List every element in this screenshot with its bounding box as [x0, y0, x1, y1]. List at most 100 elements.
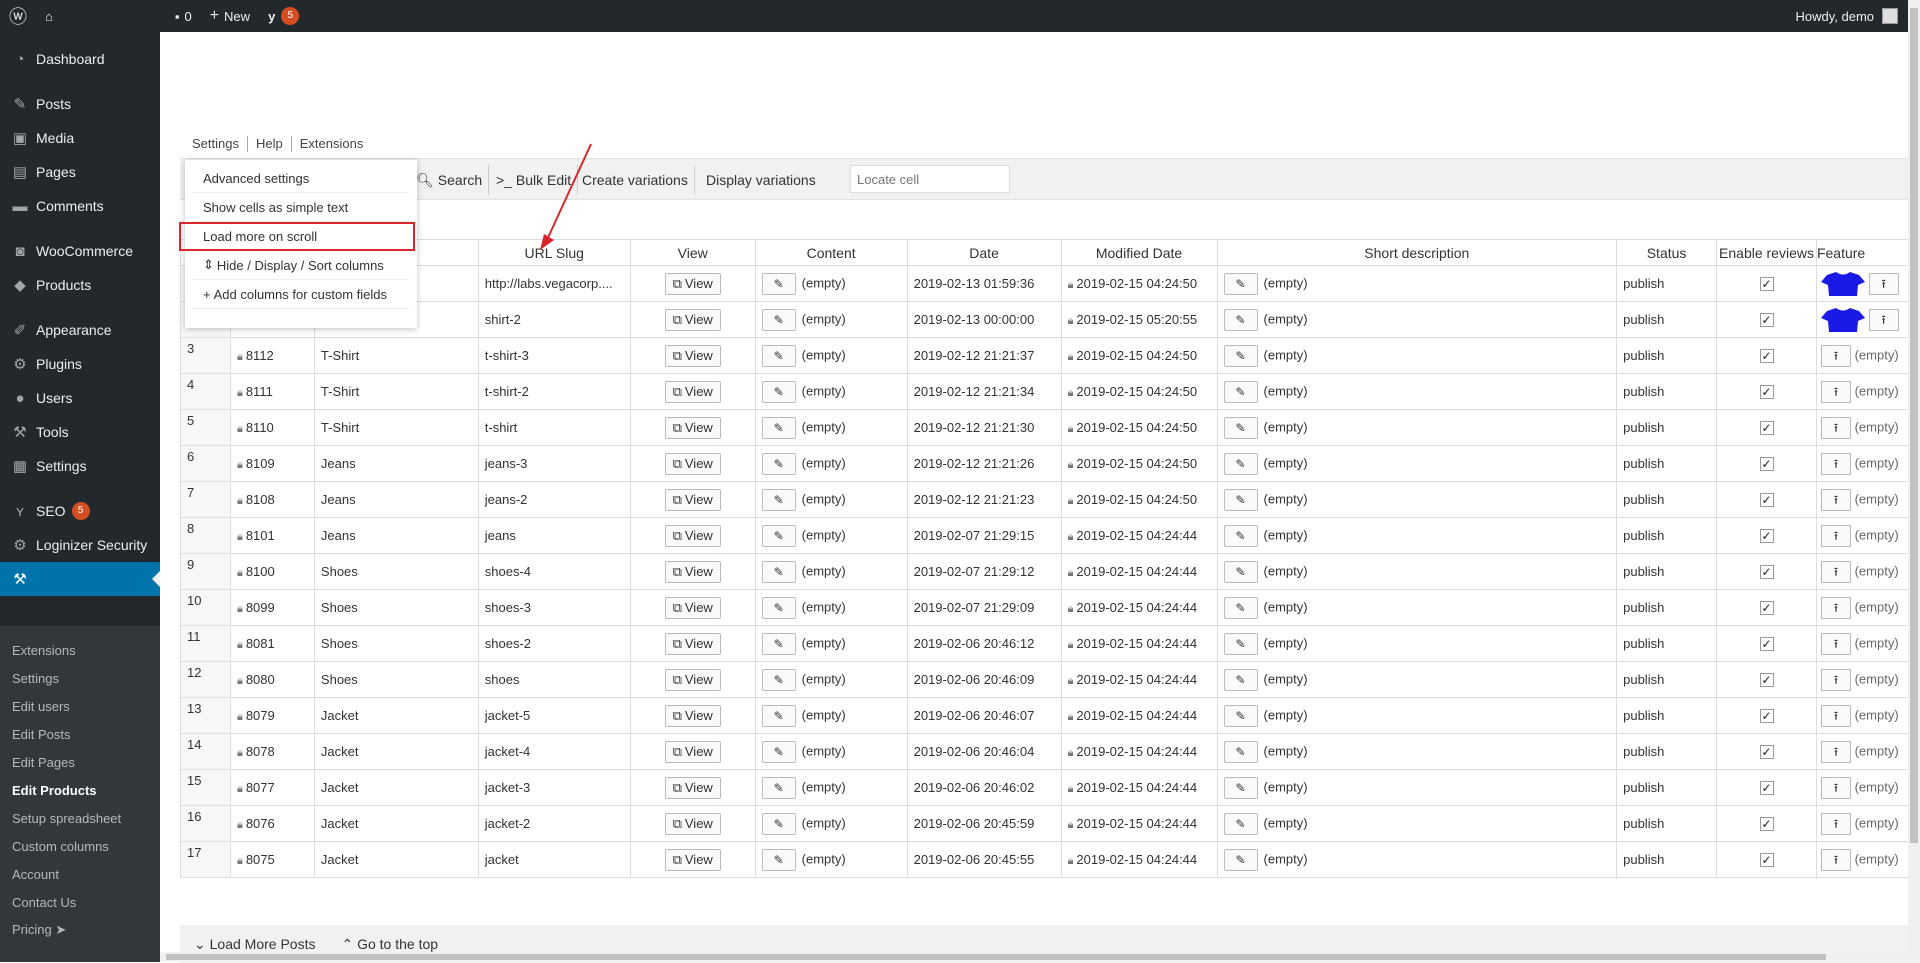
sidebar-item-spreadsheet-plugin[interactable]: ⚒	[0, 562, 160, 596]
status-cell[interactable]: publish	[1616, 553, 1718, 590]
view-button[interactable]: ⧉ View	[664, 596, 721, 619]
view-button[interactable]: ⧉ View	[664, 812, 721, 835]
short-description-cell[interactable]: ✎ (empty)	[1216, 841, 1618, 878]
upload-icon[interactable]: ⭱	[1820, 776, 1851, 799]
tshirt-thumbnail[interactable]	[1820, 307, 1865, 333]
slug-cell[interactable]: jacket-5	[477, 697, 631, 734]
id-cell[interactable]: 🔒︎ 8111	[229, 373, 315, 410]
edit-icon[interactable]: ✎	[761, 560, 796, 583]
id-cell[interactable]: 🔒︎ 8101	[229, 517, 315, 554]
status-cell[interactable]: publish	[1616, 481, 1718, 518]
reviews-checkbox[interactable]: ✓	[1759, 781, 1774, 795]
title-cell[interactable]: T-Shirt	[313, 373, 479, 410]
sidebar-item-posts[interactable]: ✎ Posts	[0, 87, 160, 121]
view-button[interactable]: ⧉ View	[664, 272, 721, 295]
date-cell[interactable]: 2019-02-06 20:46:04	[906, 733, 1062, 770]
edit-icon[interactable]: ✎	[1223, 596, 1258, 619]
horizontal-scrollbar[interactable]	[160, 952, 1920, 962]
short-description-cell[interactable]: ✎ (empty)	[1216, 589, 1618, 626]
status-cell[interactable]: publish	[1616, 445, 1718, 482]
new-button[interactable]: + New	[201, 0, 259, 32]
content-cell[interactable]: ✎ (empty)	[754, 733, 908, 770]
slug-cell[interactable]: shoes-2	[477, 625, 631, 662]
id-cell[interactable]: 🔒︎ 8110	[229, 409, 315, 446]
column-header[interactable]: Enable reviews	[1716, 239, 1817, 266]
slug-cell[interactable]: t-shirt	[477, 409, 631, 446]
sidebar-item-comments[interactable]: ▬ Comments	[0, 189, 160, 223]
short-description-cell[interactable]: ✎ (empty)	[1216, 337, 1618, 374]
sidebar-item-woocommerce[interactable]: ◙ WooCommerce	[0, 234, 160, 268]
edit-icon[interactable]: ✎	[761, 308, 796, 331]
upload-icon[interactable]: ⭱	[1820, 632, 1851, 655]
short-description-cell[interactable]: ✎ (empty)	[1216, 373, 1618, 410]
view-button[interactable]: ⧉ View	[664, 344, 721, 367]
advanced-settings-item[interactable]: Advanced settings	[193, 164, 409, 193]
short-description-cell[interactable]: ✎ (empty)	[1216, 625, 1618, 662]
edit-icon[interactable]: ✎	[761, 488, 796, 511]
reviews-checkbox[interactable]: ✓	[1759, 565, 1774, 579]
short-description-cell[interactable]: ✎ (empty)	[1216, 733, 1618, 770]
status-cell[interactable]: publish	[1616, 301, 1718, 338]
upload-icon[interactable]: ⭱	[1820, 380, 1851, 403]
edit-icon[interactable]: ✎	[1223, 776, 1258, 799]
reviews-checkbox[interactable]: ✓	[1759, 385, 1774, 399]
date-cell[interactable]: 2019-02-06 20:46:07	[906, 697, 1062, 734]
view-button[interactable]: ⧉ View	[664, 488, 721, 511]
id-cell[interactable]: 🔒︎ 8076	[229, 805, 315, 842]
status-cell[interactable]: publish	[1616, 841, 1718, 878]
submenu-item-setup-spreadsheet[interactable]: Setup spreadsheet	[0, 804, 160, 832]
slug-cell[interactable]: t-shirt-2	[477, 373, 631, 410]
upload-icon[interactable]: ⭱	[1820, 344, 1851, 367]
edit-icon[interactable]: ✎	[761, 848, 796, 871]
status-cell[interactable]: publish	[1616, 373, 1718, 410]
sidebar-item-tools[interactable]: ⚒ Tools	[0, 415, 160, 449]
reviews-checkbox[interactable]: ✓	[1759, 277, 1774, 291]
sidebar-item-products[interactable]: ◆ Products	[0, 268, 160, 302]
content-cell[interactable]: ✎ (empty)	[754, 265, 908, 302]
slug-cell[interactable]: jeans-2	[477, 481, 631, 518]
yoast-menu[interactable]: y 5	[259, 0, 308, 32]
view-button[interactable]: ⧉ View	[664, 560, 721, 583]
title-cell[interactable]: Shoes	[313, 589, 479, 626]
submenu-item-extensions[interactable]: Extensions	[0, 636, 160, 664]
slug-cell[interactable]: shoes	[477, 661, 631, 698]
edit-icon[interactable]: ✎	[1223, 632, 1258, 655]
id-cell[interactable]: 🔒︎ 8108	[229, 481, 315, 518]
title-cell[interactable]: T-Shirt	[313, 409, 479, 446]
content-cell[interactable]: ✎ (empty)	[754, 841, 908, 878]
date-cell[interactable]: 2019-02-07 21:29:09	[906, 589, 1062, 626]
short-description-cell[interactable]: ✎ (empty)	[1216, 769, 1618, 806]
short-description-cell[interactable]: ✎ (empty)	[1216, 409, 1618, 446]
view-button[interactable]: ⧉ View	[664, 848, 721, 871]
account-menu[interactable]: Howdy, demo	[1795, 8, 1920, 24]
go-to-top-button[interactable]: ⌃ Go to the top	[341, 936, 438, 953]
edit-icon[interactable]: ✎	[1223, 560, 1258, 583]
date-cell[interactable]: 2019-02-06 20:46:09	[906, 661, 1062, 698]
date-cell[interactable]: 2019-02-12 21:21:37	[906, 337, 1062, 374]
slug-cell[interactable]: shoes-4	[477, 553, 631, 590]
reviews-checkbox[interactable]: ✓	[1759, 457, 1774, 471]
column-header[interactable]: View	[629, 239, 756, 266]
short-description-cell[interactable]: ✎ (empty)	[1216, 517, 1618, 554]
content-cell[interactable]: ✎ (empty)	[754, 409, 908, 446]
edit-icon[interactable]: ✎	[761, 524, 796, 547]
status-cell[interactable]: publish	[1616, 697, 1718, 734]
slug-cell[interactable]: jacket-4	[477, 733, 631, 770]
content-cell[interactable]: ✎ (empty)	[754, 661, 908, 698]
date-cell[interactable]: 2019-02-06 20:46:02	[906, 769, 1062, 806]
edit-icon[interactable]: ✎	[1223, 308, 1258, 331]
reviews-checkbox[interactable]: ✓	[1759, 637, 1774, 651]
title-cell[interactable]: Jacket	[313, 733, 479, 770]
date-cell[interactable]: 2019-02-12 21:21:23	[906, 481, 1062, 518]
column-header[interactable]: Modified Date	[1060, 239, 1218, 266]
edit-icon[interactable]: ✎	[1223, 740, 1258, 763]
sidebar-item-loginizer-security[interactable]: ⚙ Loginizer Security	[0, 528, 160, 562]
short-description-cell[interactable]: ✎ (empty)	[1216, 445, 1618, 482]
slug-cell[interactable]: jacket-3	[477, 769, 631, 806]
edit-icon[interactable]: ✎	[761, 596, 796, 619]
edit-icon[interactable]: ✎	[1223, 488, 1258, 511]
edit-icon[interactable]: ✎	[1223, 524, 1258, 547]
id-cell[interactable]: 🔒︎ 8100	[229, 553, 315, 590]
content-cell[interactable]: ✎ (empty)	[754, 805, 908, 842]
short-description-cell[interactable]: ✎ (empty)	[1216, 697, 1618, 734]
